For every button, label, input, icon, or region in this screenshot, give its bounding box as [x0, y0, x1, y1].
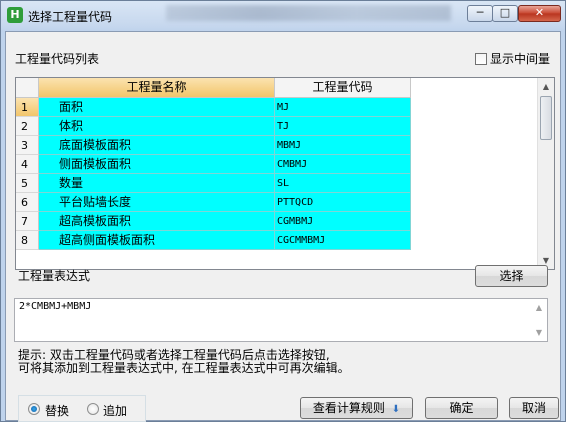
maximize-button[interactable]: □: [492, 5, 518, 22]
grid-vertical-scrollbar[interactable]: ▲ ▼: [537, 78, 554, 269]
expression-textarea[interactable]: 2*CMBMJ+MBMJ ▲ ▼: [14, 298, 548, 342]
blurred-background-title: [166, 5, 451, 21]
mode-radio-group: 替换 追加: [18, 395, 146, 422]
grid-rows: 1 面积 MJ 2 体积 TJ 3 底面模板面积 MBMJ 4 侧面模板面积 C…: [16, 98, 411, 250]
row-number: 8: [16, 231, 39, 250]
arrow-down-icon: ⬇: [391, 404, 401, 415]
row-number: 7: [16, 212, 39, 231]
table-row[interactable]: 8 超高侧面模板面积 CGCMMBMJ: [16, 231, 411, 250]
minimize-button[interactable]: ─: [467, 5, 493, 22]
row-name-cell[interactable]: 面积: [39, 98, 275, 117]
title-bar[interactable]: H 选择工程量代码 ─ □ ✕: [1, 1, 565, 31]
row-number: 5: [16, 174, 39, 193]
scrollbar-thumb[interactable]: [540, 96, 552, 140]
row-code-cell[interactable]: CMBMJ: [275, 155, 411, 174]
row-code-cell[interactable]: MBMJ: [275, 136, 411, 155]
row-name-cell[interactable]: 超高侧面模板面积: [39, 231, 275, 250]
column-header-code[interactable]: 工程量代码: [275, 78, 411, 98]
row-code-cell[interactable]: SL: [275, 174, 411, 193]
row-code-cell[interactable]: CGMBMJ: [275, 212, 411, 231]
row-number: 6: [16, 193, 39, 212]
row-number: 4: [16, 155, 39, 174]
expression-value[interactable]: 2*CMBMJ+MBMJ: [19, 301, 91, 312]
row-name-cell[interactable]: 侧面模板面积: [39, 155, 275, 174]
table-row[interactable]: 5 数量 SL: [16, 174, 411, 193]
close-button[interactable]: ✕: [518, 5, 561, 22]
hint-text: 提示: 双击工程量代码或者选择工程量代码后点击选择按钮, 可将其添加到工程量表达…: [18, 349, 350, 375]
table-row[interactable]: 4 侧面模板面积 CMBMJ: [16, 155, 411, 174]
code-list-label: 工程量代码列表: [15, 52, 100, 66]
view-rules-button[interactable]: 查看计算规则 ⬇: [300, 397, 413, 419]
select-button[interactable]: 选择: [475, 265, 548, 287]
row-name-cell[interactable]: 体积: [39, 117, 275, 136]
replace-label[interactable]: 替换: [45, 402, 69, 419]
row-name-cell[interactable]: 平台贴墙长度: [39, 193, 275, 212]
show-intermediate-label[interactable]: 显示中间量: [490, 50, 550, 67]
row-code-cell[interactable]: MJ: [275, 98, 411, 117]
row-name-cell[interactable]: 数量: [39, 174, 275, 193]
expression-label: 工程量表达式: [18, 269, 91, 283]
window-title: 选择工程量代码: [28, 10, 113, 24]
table-row[interactable]: 1 面积 MJ: [16, 98, 411, 117]
replace-radio[interactable]: [28, 403, 40, 415]
row-name-cell[interactable]: 超高模板面积: [39, 212, 275, 231]
ok-button[interactable]: 确定: [425, 397, 498, 419]
row-code-cell[interactable]: TJ: [275, 117, 411, 136]
cancel-button[interactable]: 取消: [509, 397, 559, 419]
column-header-name[interactable]: 工程量名称: [39, 78, 275, 98]
scroll-up-arrow-icon[interactable]: ▲: [538, 78, 554, 95]
code-grid: 工程量名称 工程量代码 1 面积 MJ 2 体积 TJ 3 底面模板面积 MBM…: [15, 77, 555, 270]
row-code-cell[interactable]: PTTQCD: [275, 193, 411, 212]
row-code-cell[interactable]: CGCMMBMJ: [275, 231, 411, 250]
grid-corner: [16, 78, 39, 98]
expression-scrollbar[interactable]: ▲ ▼: [531, 299, 547, 341]
row-number: 3: [16, 136, 39, 155]
expression-scroll-down-icon[interactable]: ▼: [531, 324, 547, 341]
app-icon: H: [7, 7, 23, 23]
row-number: 2: [16, 117, 39, 136]
dialog-body: 工程量代码列表 显示中间量 工程量名称 工程量代码 1 面积 MJ 2 体积 T…: [5, 31, 561, 422]
dialog-window: H 选择工程量代码 ─ □ ✕ 工程量代码列表 显示中间量 工程量名称 工程量代…: [0, 0, 566, 422]
row-name-cell[interactable]: 底面模板面积: [39, 136, 275, 155]
table-row[interactable]: 2 体积 TJ: [16, 117, 411, 136]
row-number: 1: [16, 98, 39, 117]
table-row[interactable]: 7 超高模板面积 CGMBMJ: [16, 212, 411, 231]
table-row[interactable]: 6 平台贴墙长度 PTTQCD: [16, 193, 411, 212]
append-label[interactable]: 追加: [103, 402, 127, 419]
hint-line-2: 可将其添加到工程量表达式中, 在工程量表达式中可再次编辑。: [18, 361, 350, 375]
view-rules-label: 查看计算规则: [312, 401, 385, 415]
append-radio[interactable]: [87, 403, 99, 415]
show-intermediate-checkbox[interactable]: [475, 53, 487, 65]
table-row[interactable]: 3 底面模板面积 MBMJ: [16, 136, 411, 155]
expression-scroll-up-icon[interactable]: ▲: [531, 299, 547, 316]
